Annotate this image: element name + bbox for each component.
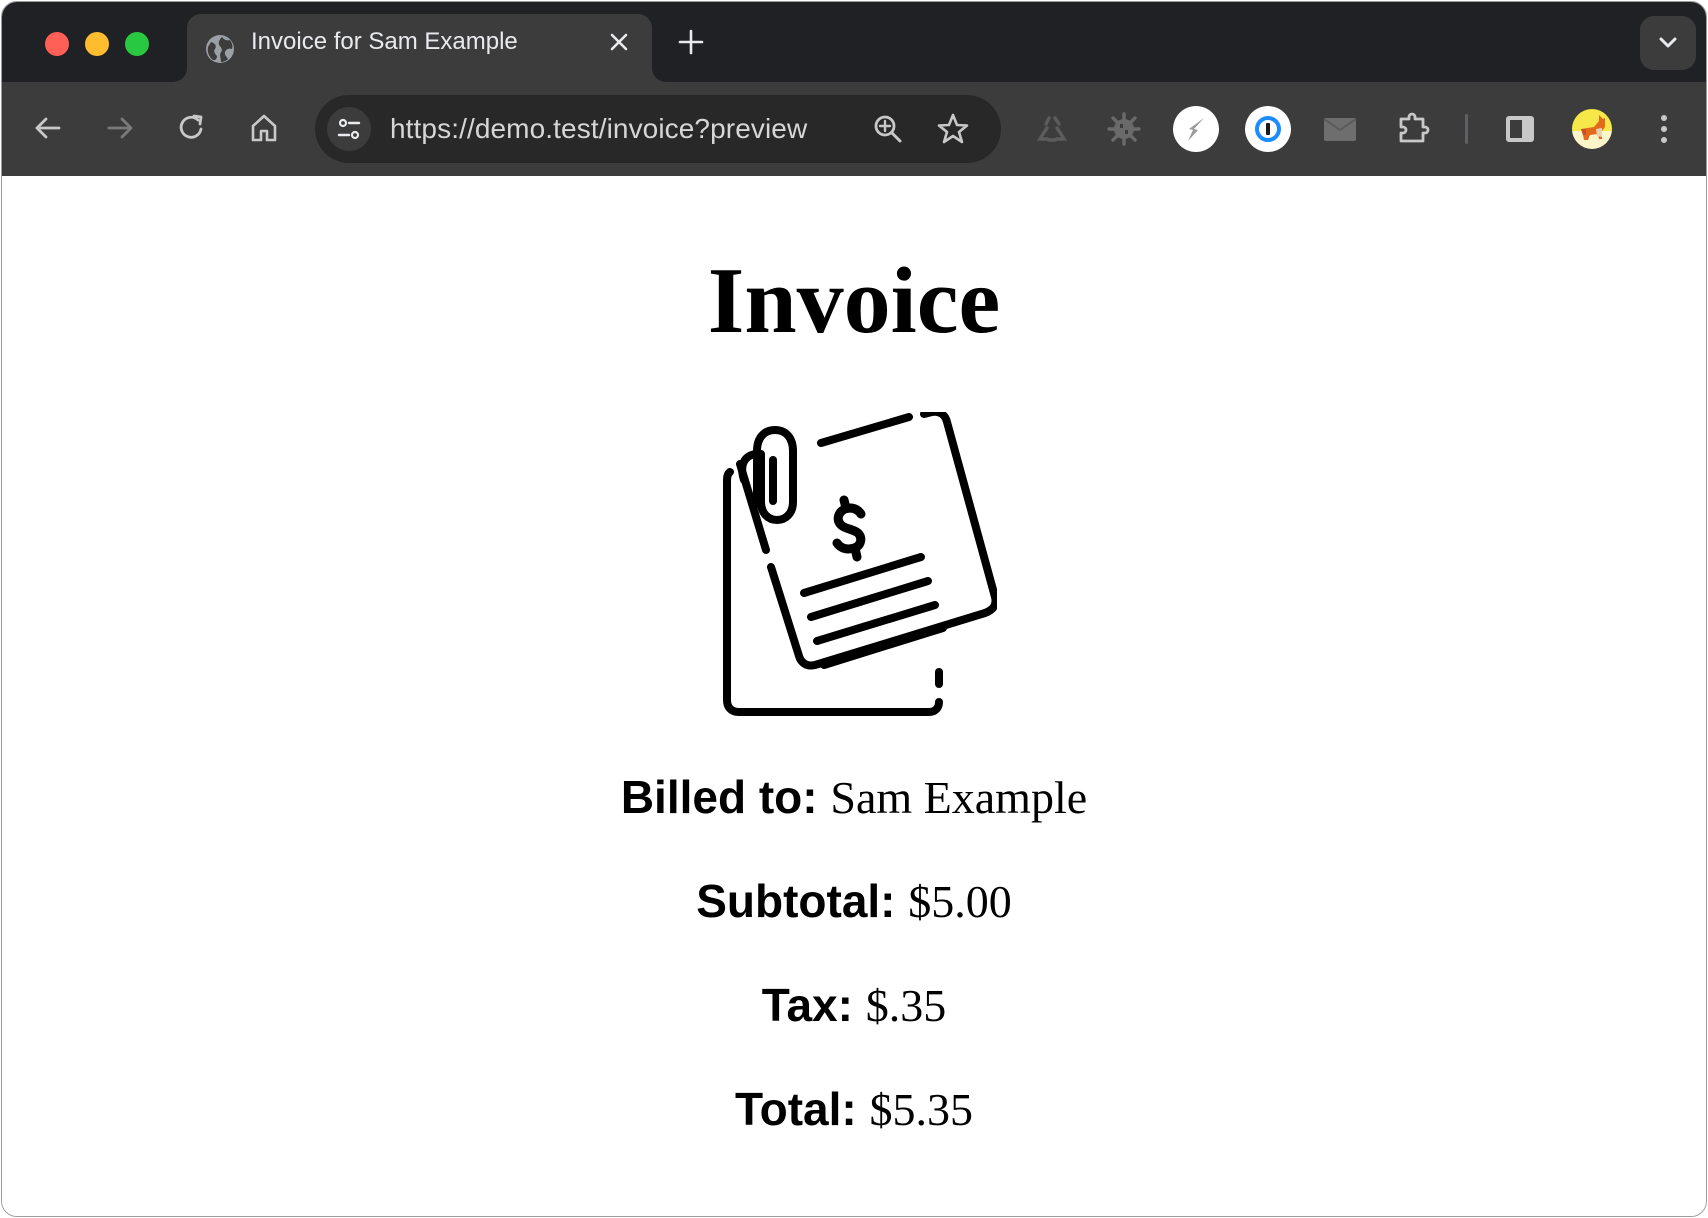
- tune-icon: [337, 118, 361, 140]
- tab-title: Invoice for Sam Example: [251, 28, 518, 55]
- total-label: Total:: [734, 1083, 857, 1135]
- tab-invoice[interactable]: Invoice for Sam Example: [187, 14, 652, 82]
- window-minimize-button[interactable]: [85, 32, 109, 56]
- billed-to-row: Billed to: Sam Example: [2, 769, 1706, 826]
- total-value: $5.35: [869, 1084, 974, 1135]
- recycle-icon: [1036, 116, 1068, 142]
- site-info-button[interactable]: [327, 107, 371, 151]
- browser-toolbar: https://demo.test/invoice?preview: [2, 82, 1706, 176]
- arrow-right-icon: [107, 117, 133, 139]
- browser-menu-button[interactable]: [1641, 106, 1687, 152]
- billed-to-label: Billed to:: [620, 771, 818, 823]
- extensions-menu-button[interactable]: [1390, 106, 1436, 152]
- arrow-left-icon: [35, 117, 61, 139]
- url-text[interactable]: https://demo.test/invoice?preview: [390, 95, 807, 163]
- mail-extension-button[interactable]: [1317, 106, 1363, 152]
- window-close-button[interactable]: [45, 32, 69, 56]
- mail-icon: [1323, 118, 1357, 141]
- close-icon: [610, 33, 628, 51]
- corgi-avatar-icon: [1581, 115, 1605, 140]
- page-title: Invoice: [707, 249, 1001, 353]
- zoom-button[interactable]: [868, 109, 908, 149]
- back-button[interactable]: [28, 108, 68, 148]
- reload-button[interactable]: [172, 108, 212, 148]
- kebab-menu-icon: [1661, 115, 1667, 143]
- recycle-extension-button[interactable]: [1029, 106, 1075, 152]
- bug-extension-button[interactable]: [1101, 106, 1147, 152]
- home-button[interactable]: [244, 108, 284, 148]
- invoice-document-icon: [723, 412, 997, 716]
- new-tab-button[interactable]: [675, 26, 707, 58]
- billed-to-value: Sam Example: [830, 772, 1088, 823]
- page-content: Invoice Billed to: Sam Example Subtotal:…: [2, 176, 1706, 1216]
- tab-close-button[interactable]: [605, 28, 633, 56]
- tax-label: Tax:: [761, 979, 853, 1031]
- window-maximize-button[interactable]: [125, 32, 149, 56]
- side-panel-button[interactable]: [1497, 106, 1543, 152]
- plus-icon: [678, 29, 704, 55]
- total-row: Total: $5.35: [2, 1081, 1706, 1138]
- lightning-extension-button[interactable]: [1173, 106, 1219, 152]
- home-icon: [251, 114, 277, 142]
- tab-search-button[interactable]: [1640, 16, 1696, 70]
- bookmark-button[interactable]: [933, 109, 973, 149]
- onepassword-icon: [1245, 106, 1291, 152]
- tax-value: $.35: [865, 980, 947, 1031]
- zoom-in-icon: [874, 115, 902, 143]
- bug-icon: [1107, 112, 1141, 146]
- forward-button[interactable]: [100, 108, 140, 148]
- password-manager-extension-button[interactable]: [1245, 106, 1291, 152]
- lightning-icon: [1173, 106, 1219, 152]
- toolbar-divider: [1465, 114, 1468, 144]
- side-panel-icon: [1506, 116, 1534, 142]
- reload-icon: [179, 114, 203, 139]
- tax-row: Tax: $.35: [2, 977, 1706, 1034]
- profile-avatar-button[interactable]: [1572, 109, 1612, 149]
- browser-window: Invoice for Sam Example https://demo.tes…: [1, 1, 1707, 1217]
- star-icon: [937, 113, 969, 144]
- chevron-down-icon: [1659, 37, 1677, 48]
- subtotal-value: $5.00: [908, 876, 1012, 927]
- address-bar[interactable]: https://demo.test/invoice?preview: [315, 95, 1001, 163]
- tab-strip: Invoice for Sam Example: [2, 2, 1706, 82]
- subtotal-label: Subtotal:: [696, 875, 896, 927]
- subtotal-row: Subtotal: $5.00: [2, 873, 1706, 930]
- puzzle-icon: [1399, 112, 1430, 143]
- globe-icon: [205, 34, 235, 64]
